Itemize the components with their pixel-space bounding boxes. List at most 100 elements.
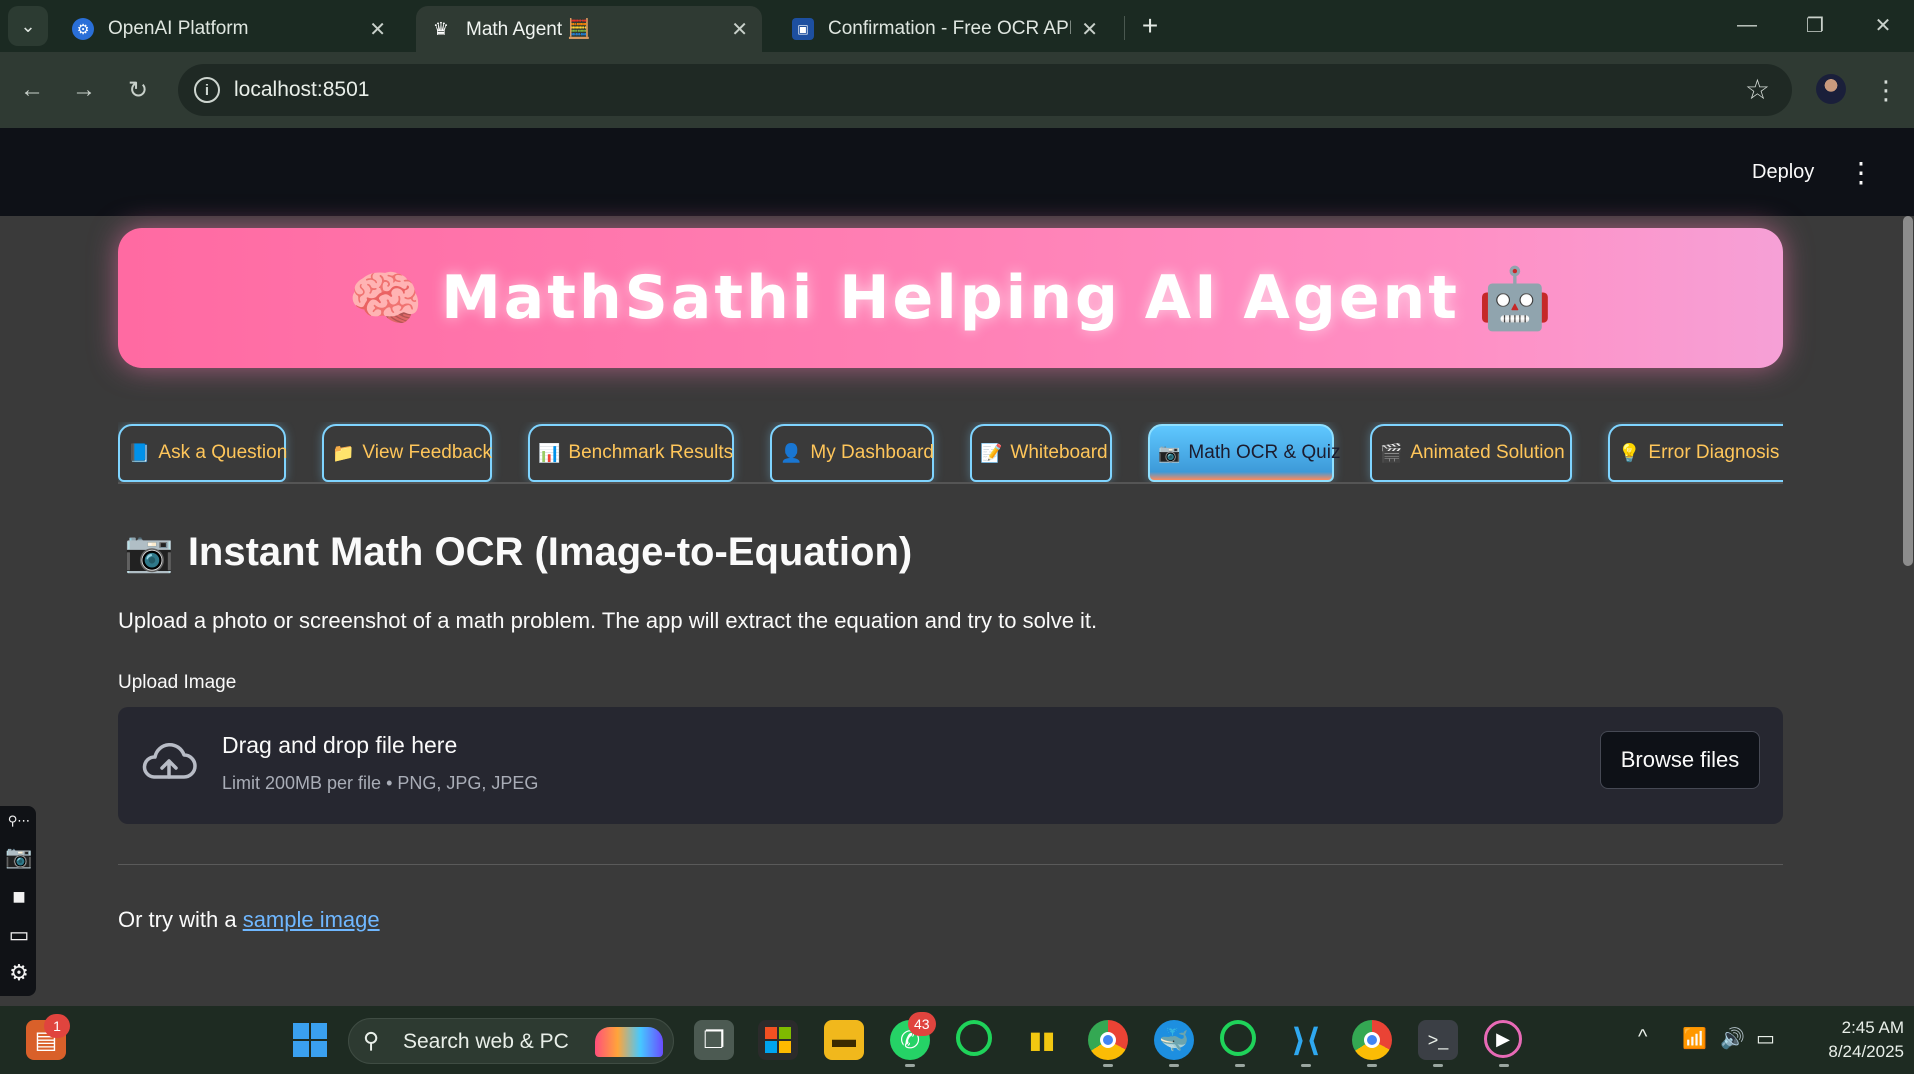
browser-tabstrip: ⌄ ⚙ OpenAI Platform ✕ ♛ Math Agent 🧮 ✕ ▣… — [0, 0, 1914, 52]
video-record-icon[interactable]: ■ — [6, 884, 32, 910]
terminal-icon[interactable]: >_ — [1418, 1020, 1458, 1060]
lightbulb-icon: 💡 — [1618, 442, 1641, 463]
running-indicator — [1433, 1064, 1443, 1067]
forward-button[interactable]: → — [64, 70, 104, 110]
openai-icon: ⚙ — [72, 18, 94, 40]
settings-gear-icon[interactable]: ⚙ — [6, 960, 32, 986]
browser-tab-ocr-api[interactable]: ▣ Confirmation - Free OCR API ✕ — [778, 6, 1112, 52]
book-icon: 📘 — [128, 442, 151, 463]
close-window-button[interactable]: ✕ — [1858, 8, 1908, 42]
ocr-api-icon: ▣ — [792, 18, 814, 40]
browser-tab-openai[interactable]: ⚙ OpenAI Platform ✕ — [58, 6, 400, 52]
search-icon: ⚲ — [363, 1028, 380, 1053]
tab-whiteboard[interactable]: 📝 Whiteboard — [970, 424, 1112, 482]
media-player-icon[interactable]: ▶ — [1484, 1020, 1522, 1058]
tab-math-ocr-quiz[interactable]: 📷 Math OCR & Quiz — [1148, 424, 1340, 482]
browser-menu-button[interactable]: ⋮ — [1873, 70, 1899, 110]
wifi-icon[interactable]: 📶 — [1682, 1026, 1707, 1051]
page-scrollbar[interactable] — [1903, 216, 1913, 566]
tab-separator — [1124, 16, 1125, 40]
deploy-button[interactable]: Deploy — [1740, 152, 1826, 192]
microsoft-store-icon[interactable] — [758, 1020, 798, 1060]
browser-tab-title: Math Agent 🧮 — [466, 19, 592, 40]
profile-avatar[interactable] — [1816, 74, 1846, 104]
screenshot-icon[interactable]: 📷 — [5, 844, 32, 870]
close-tab-icon[interactable]: ✕ — [369, 17, 386, 42]
arrow-right-icon: → — [72, 76, 96, 103]
bookmark-star-icon[interactable]: ☆ — [1745, 73, 1770, 106]
notification-badge: 1 — [44, 1014, 70, 1038]
show-hidden-icons-chevron-icon[interactable]: ^ — [1638, 1026, 1647, 1049]
close-icon: ✕ — [1874, 14, 1892, 37]
chrome-profile-icon[interactable] — [1352, 1020, 1392, 1060]
more-vert-icon: ⋮ — [1847, 156, 1875, 188]
page-title: 📷 Instant Math OCR (Image-to-Equation) — [124, 528, 912, 575]
tab-my-dashboard[interactable]: 👤 My Dashboard — [770, 424, 934, 482]
sample-prefix: Or try with a — [118, 907, 243, 932]
tab-search-button[interactable]: ⌄ — [8, 6, 48, 46]
site-info-icon[interactable]: i — [194, 77, 220, 103]
volume-icon[interactable]: 🔊 — [1720, 1026, 1745, 1051]
close-tab-icon[interactable]: ✕ — [1081, 17, 1098, 42]
task-view-icon[interactable]: ❐ — [694, 1020, 734, 1060]
page-title-text: Instant Math OCR (Image-to-Equation) — [187, 530, 913, 574]
tab-label: My Dashboard — [810, 442, 934, 463]
browser-tab-title: Confirmation - Free OCR API — [828, 18, 1072, 39]
power-bi-icon[interactable]: ▮▮ — [1022, 1020, 1062, 1060]
tab-label: Whiteboard — [1010, 442, 1108, 463]
clock-time: 2:45 AM — [1841, 1018, 1904, 1037]
tab-animated-solution[interactable]: 🎬 Animated Solution — [1370, 424, 1572, 482]
pin-more-icon[interactable]: ⚲⋯ — [6, 808, 32, 834]
sync-app-icon[interactable] — [1220, 1020, 1256, 1056]
camera-icon: 📷 — [124, 530, 174, 574]
running-indicator — [1301, 1064, 1311, 1067]
streamlit-crown-icon: ♛ — [432, 18, 450, 39]
new-tab-button[interactable]: + — [1133, 9, 1167, 43]
browser-tab-math-agent[interactable]: ♛ Math Agent 🧮 ✕ — [416, 6, 762, 52]
search-highlight-icon — [595, 1027, 663, 1057]
file-dropzone[interactable]: Drag and drop file here Limit 200MB per … — [118, 707, 1783, 824]
sample-image-link[interactable]: sample image — [243, 907, 380, 932]
app-viewport: Deploy ⋮ 🧠 MathSathi Helping AI Agent 🤖 … — [0, 128, 1914, 1006]
refresh-app-icon[interactable] — [956, 1020, 992, 1056]
taskbar-search[interactable]: ⚲ Search web & PC — [348, 1018, 674, 1064]
back-button[interactable]: ← — [12, 70, 52, 110]
tab-benchmark-results[interactable]: 📊 Benchmark Results — [528, 424, 734, 482]
windows-logo — [293, 1023, 327, 1057]
address-bar[interactable]: i localhost:8501 ☆ — [178, 64, 1792, 116]
taskbar-search-text: Search web & PC — [403, 1030, 569, 1053]
windows-start-icon[interactable] — [290, 1020, 330, 1060]
taskbar-clock[interactable]: 2:45 AM 8/24/2025 — [1810, 1016, 1904, 1064]
tab-error-diagnosis[interactable]: 💡 Error Diagnosis — [1608, 424, 1783, 482]
brain-icon: 🧠 — [348, 264, 424, 332]
hero-banner: 🧠 MathSathi Helping AI Agent 🤖 — [118, 228, 1783, 368]
tab-ask-question[interactable]: 📘 Ask a Question — [118, 424, 288, 482]
browse-files-button[interactable]: Browse files — [1600, 731, 1760, 789]
app-header: Deploy ⋮ — [0, 128, 1914, 216]
section-divider — [118, 864, 1783, 865]
tab-view-feedback[interactable]: 📁 View Feedback — [322, 424, 492, 482]
upload-label: Upload Image — [118, 672, 237, 693]
running-indicator — [1499, 1064, 1509, 1067]
running-indicator — [1367, 1064, 1377, 1067]
docker-icon[interactable]: 🐳 — [1154, 1020, 1194, 1060]
reload-button[interactable]: ↻ — [118, 70, 158, 110]
close-tab-icon[interactable]: ✕ — [731, 17, 748, 42]
bar-chart-icon: 📊 — [538, 442, 561, 463]
chrome-icon[interactable] — [1088, 1020, 1128, 1060]
file-explorer-icon[interactable]: ▬ — [824, 1020, 864, 1060]
windows-icon[interactable]: ▭ — [6, 922, 32, 948]
app-tab-bar: 📘 Ask a Question 📁 View Feedback 📊 Bench… — [118, 422, 1783, 484]
running-indicator — [1235, 1064, 1245, 1067]
vscode-icon[interactable]: ⟩⟨ — [1286, 1020, 1326, 1060]
sample-prompt: Or try with a sample image — [118, 907, 380, 933]
battery-icon[interactable]: ▭ — [1756, 1026, 1775, 1051]
clock-date: 8/24/2025 — [1828, 1042, 1904, 1061]
tab-label: Ask a Question — [158, 442, 288, 463]
restore-window-button[interactable]: ❐ — [1790, 8, 1840, 42]
taskbar: ▤ 1 ⚲ Search web & PC ❐ ▬ ✆ 43 ▮▮ 🐳 ⟩⟨ >… — [0, 1006, 1914, 1074]
app-main-menu-button[interactable]: ⋮ — [1846, 150, 1876, 194]
url-text[interactable]: localhost:8501 — [234, 78, 369, 102]
minimize-window-button[interactable]: — — [1722, 8, 1772, 42]
reload-icon: ↻ — [127, 76, 149, 104]
